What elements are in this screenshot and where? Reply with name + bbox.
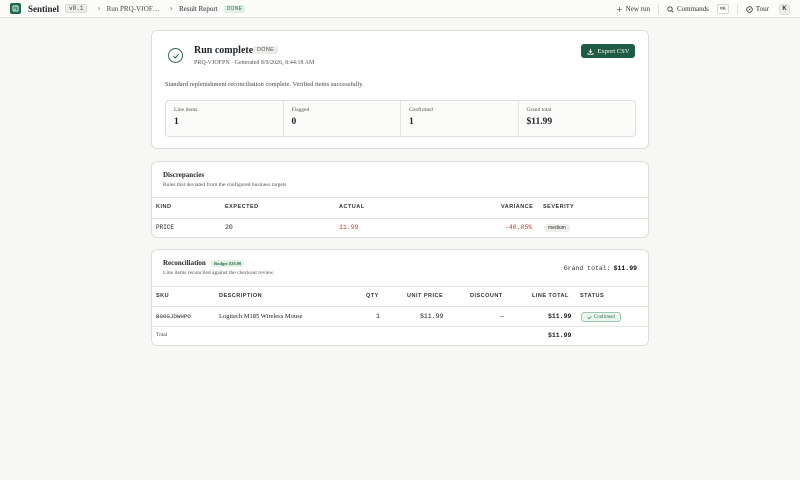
divider [152, 286, 648, 287]
section-title: Discrepancies [163, 171, 205, 179]
stat-grand-total: Grand total $11.99 [518, 101, 635, 136]
tour-label: Tour [755, 5, 769, 13]
divider [736, 4, 738, 14]
export-csv-label: Export CSV [597, 47, 630, 55]
cell-sku: B00GJDWHPO [156, 313, 191, 320]
tour-button[interactable]: Tour [746, 5, 769, 13]
divider [657, 4, 659, 14]
total-value: $11.99 [548, 332, 572, 339]
logo-icon [10, 3, 21, 14]
brand-name: Sentinel [28, 3, 60, 14]
commands-label: Commands [676, 5, 709, 13]
discrepancies-card: Discrepancies Rules that deviated from t… [151, 161, 649, 238]
column-header-severity: SEVERITY [543, 204, 575, 210]
column-header-kind: KIND [156, 204, 172, 210]
cell-unit-price: $11.99 [420, 313, 444, 320]
version-badge: v0.1 [65, 4, 88, 13]
total-label: Total [156, 332, 168, 338]
brand[interactable]: Sentinel [10, 3, 59, 14]
status-badge: Confirmed [581, 312, 621, 322]
cell-actual: 11.99 [339, 224, 359, 231]
export-csv-button[interactable]: Export CSV [581, 44, 635, 58]
shortcut-badge: ⌘K [716, 4, 729, 14]
severity-badge: medium [544, 224, 570, 232]
column-header-qty: QTY [366, 293, 379, 299]
stat-label: Line items [174, 107, 198, 113]
breadcrumb-page: Result Report [178, 4, 218, 13]
run-summary-text: Standard replenishment reconciliation co… [165, 81, 364, 88]
cell-variance: -40.05% [505, 224, 533, 231]
stat-label: Confirmed [409, 107, 433, 113]
chevron-right-icon: › [97, 4, 101, 13]
search-icon [667, 5, 674, 13]
download-icon [587, 48, 593, 55]
grand-total-label: Grand total: [563, 265, 611, 272]
new-run-button[interactable]: + New run [616, 5, 650, 14]
stat-line-items: Line items 1 [166, 101, 284, 136]
column-header-description: DESCRIPTION [219, 293, 263, 299]
column-header-variance: VARIANCE [501, 204, 534, 210]
check-circle-icon [168, 48, 183, 63]
run-summary-card: Run complete DONE PRQ-VJOFPN · Generated… [151, 30, 649, 149]
column-header-discount: DISCOUNT [470, 293, 503, 299]
column-header-sku: SKU [156, 293, 170, 299]
divider [152, 306, 648, 307]
new-run-label: New run [625, 5, 650, 13]
reconciliation-card: Reconciliation Budget $20.00 Line items … [151, 249, 649, 346]
status-badge: DONE [223, 4, 246, 13]
run-meta: PRQ-VJOFPN · Generated 8/9/2026, 8:44:18… [194, 60, 315, 66]
cell-line-total: $11.99 [548, 313, 572, 320]
column-header-unit-price: UNIT PRICE [407, 293, 444, 299]
cell-discount: — [500, 313, 504, 320]
column-header-actual: ACTUAL [339, 204, 365, 210]
grand-total: Grand total: $11.99 [564, 265, 637, 272]
page-title: Run complete [194, 45, 254, 56]
status-label: Confirmed [594, 314, 615, 320]
stat-value: 0 [291, 117, 297, 127]
cell-description: Logitech M185 Wireless Mouse [219, 313, 303, 320]
stat-confirmed: Confirmed 1 [401, 101, 519, 136]
top-bar: Sentinel v0.1 › Run PRQ-VJOF… › Result R… [0, 0, 800, 18]
column-header-status: STATUS [580, 293, 605, 299]
section-title: Reconciliation [163, 259, 206, 267]
chevron-right-icon: › [169, 4, 173, 13]
plus-icon: + [615, 4, 623, 14]
budget-badge: Budget $20.00 [211, 260, 245, 267]
grand-total-value: $11.99 [613, 265, 637, 272]
section-subtitle: Line items reconciled against the checko… [163, 270, 275, 276]
breadcrumb-run[interactable]: Run PRQ-VJOF… [107, 5, 160, 13]
stat-flagged: Flagged 0 [283, 101, 401, 136]
divider [152, 197, 648, 198]
compass-icon [746, 5, 753, 13]
column-header-line-total: LINE TOTAL [532, 293, 569, 299]
column-header-expected: EXPECTED [225, 204, 259, 210]
cell-kind: PRICE [156, 224, 175, 231]
stat-label: Grand total [526, 107, 552, 113]
avatar[interactable]: K [779, 3, 790, 15]
cell-expected: 20 [225, 224, 233, 231]
divider [152, 218, 648, 219]
stats-row: Line items 1 Flagged 0 Confirmed 1 Grand… [165, 100, 636, 137]
stat-value: 1 [409, 117, 414, 127]
section-subtitle: Rules that deviated from the configured … [163, 182, 287, 188]
cell-qty: 1 [376, 313, 380, 320]
stat-label: Flagged [291, 107, 310, 113]
commands-button[interactable]: Commands ⌘K [667, 4, 729, 14]
check-icon [587, 315, 592, 319]
status-badge: DONE [253, 46, 279, 54]
stat-value: 1 [174, 117, 179, 127]
divider [152, 326, 648, 327]
stat-value: $11.99 [526, 117, 553, 127]
